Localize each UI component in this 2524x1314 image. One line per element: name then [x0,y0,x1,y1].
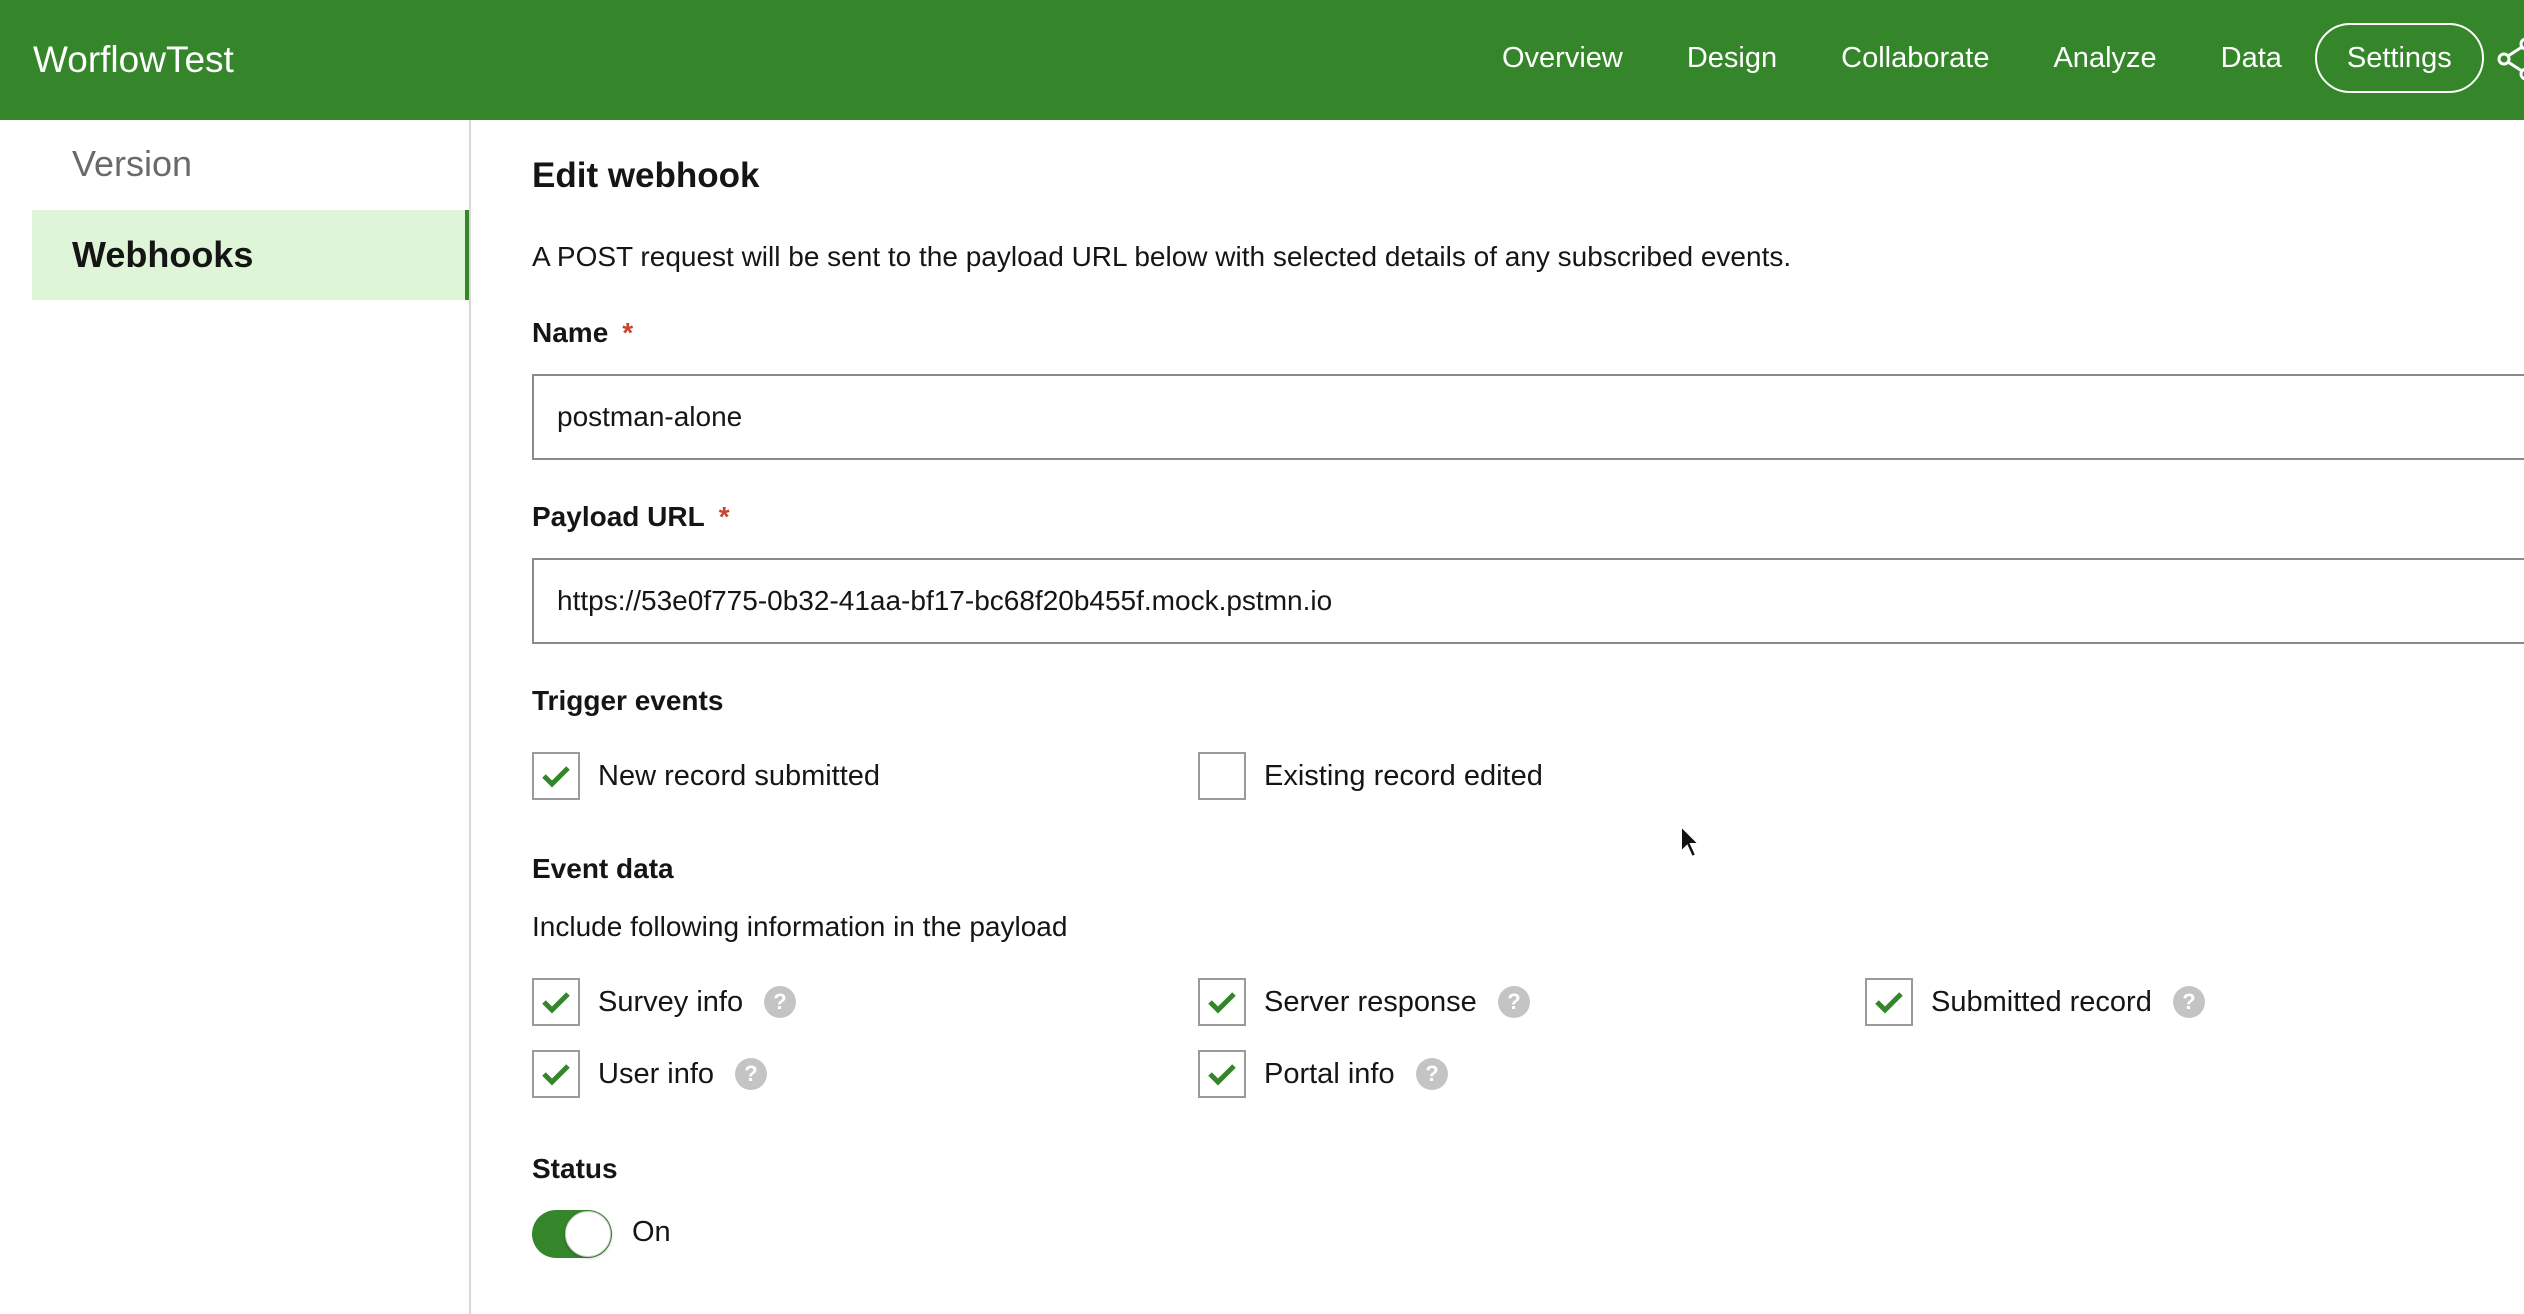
event-data-subtitle: Include following information in the pay… [532,911,1068,942]
payload-url-label: Payload URL * [532,498,730,536]
checkbox-label: Submitted record [1931,986,2152,1018]
event-portal-info[interactable]: Portal info ? [1198,1050,1449,1098]
checkbox-existing-record-edited[interactable] [1198,752,1246,800]
payload-url-label-text: Payload URL [532,501,705,532]
svg-text:?: ? [1425,1061,1438,1086]
mouse-cursor-icon [1680,824,1702,859]
share-icon[interactable] [2494,36,2524,82]
trigger-new-record[interactable]: New record submitted [532,752,880,800]
event-data-label: Event data [532,853,674,884]
name-label-text: Name [532,317,609,348]
checkbox-label: Existing record edited [1264,760,1543,792]
nav-analyze[interactable]: Analyze [2021,22,2188,94]
payload-url-input[interactable] [532,558,2524,644]
page-description: A POST request will be sent to the paylo… [532,241,1792,272]
event-server-response[interactable]: Server response ? [1198,978,1531,1026]
check-icon [542,992,570,1014]
check-icon [1875,992,1903,1014]
required-mark: * [622,317,634,348]
help-icon[interactable]: ? [734,1057,768,1091]
help-icon[interactable]: ? [763,985,797,1019]
checkbox-portal-info[interactable] [1198,1050,1246,1098]
checkbox-user-info[interactable] [532,1050,580,1098]
name-input[interactable] [532,374,2524,460]
svg-text:?: ? [1507,989,1520,1014]
settings-sidebar: Version Webhooks [0,120,471,1314]
toggle-knob [565,1211,611,1257]
checkbox-server-response[interactable] [1198,978,1246,1026]
page-title: Edit webhook [532,156,760,195]
checkbox-label: Portal info [1264,1058,1395,1090]
event-submitted-record[interactable]: Submitted record ? [1865,978,2206,1026]
checkbox-label: New record submitted [598,760,881,792]
check-icon [1208,992,1236,1014]
svg-text:?: ? [2182,989,2195,1014]
trigger-existing-record[interactable]: Existing record edited [1198,752,1543,800]
edit-webhook-panel: Edit webhook A POST request will be sent… [532,120,2524,1314]
svg-text:?: ? [773,989,786,1014]
check-icon [542,1064,570,1086]
status-label: Status [532,1153,618,1184]
trigger-events-label: Trigger events [532,685,724,716]
help-icon[interactable]: ? [2172,985,2206,1019]
svg-text:?: ? [744,1061,757,1086]
top-bar: WorflowTest Overview Design Collaborate … [0,0,2524,120]
main-nav: Overview Design Collaborate Analyze Data… [1470,22,2484,94]
app-title: WorflowTest [33,39,234,80]
name-label: Name * [532,314,633,352]
event-user-info[interactable]: User info ? [532,1050,768,1098]
nav-overview[interactable]: Overview [1470,22,1655,94]
help-icon[interactable]: ? [1497,985,1531,1019]
nav-data[interactable]: Data [2189,22,2314,94]
checkbox-label: User info [598,1058,715,1090]
checkbox-label: Survey info [598,986,744,1018]
nav-settings[interactable]: Settings [2314,23,2484,93]
checkbox-submitted-record[interactable] [1865,978,1913,1026]
status-value: On [632,1216,671,1248]
sidebar-item-version[interactable]: Version [32,120,469,208]
help-icon[interactable]: ? [1415,1057,1449,1091]
nav-design[interactable]: Design [1655,22,1809,94]
nav-collaborate[interactable]: Collaborate [1809,22,2021,94]
checkbox-new-record-submitted[interactable] [532,752,580,800]
checkbox-label: Server response [1264,986,1477,1018]
required-mark: * [718,501,730,532]
check-icon [542,766,570,788]
event-survey-info[interactable]: Survey info ? [532,978,797,1026]
status-toggle[interactable] [532,1210,612,1258]
sidebar-item-webhooks[interactable]: Webhooks [32,210,469,300]
checkbox-survey-info[interactable] [532,978,580,1026]
check-icon [1208,1064,1236,1086]
